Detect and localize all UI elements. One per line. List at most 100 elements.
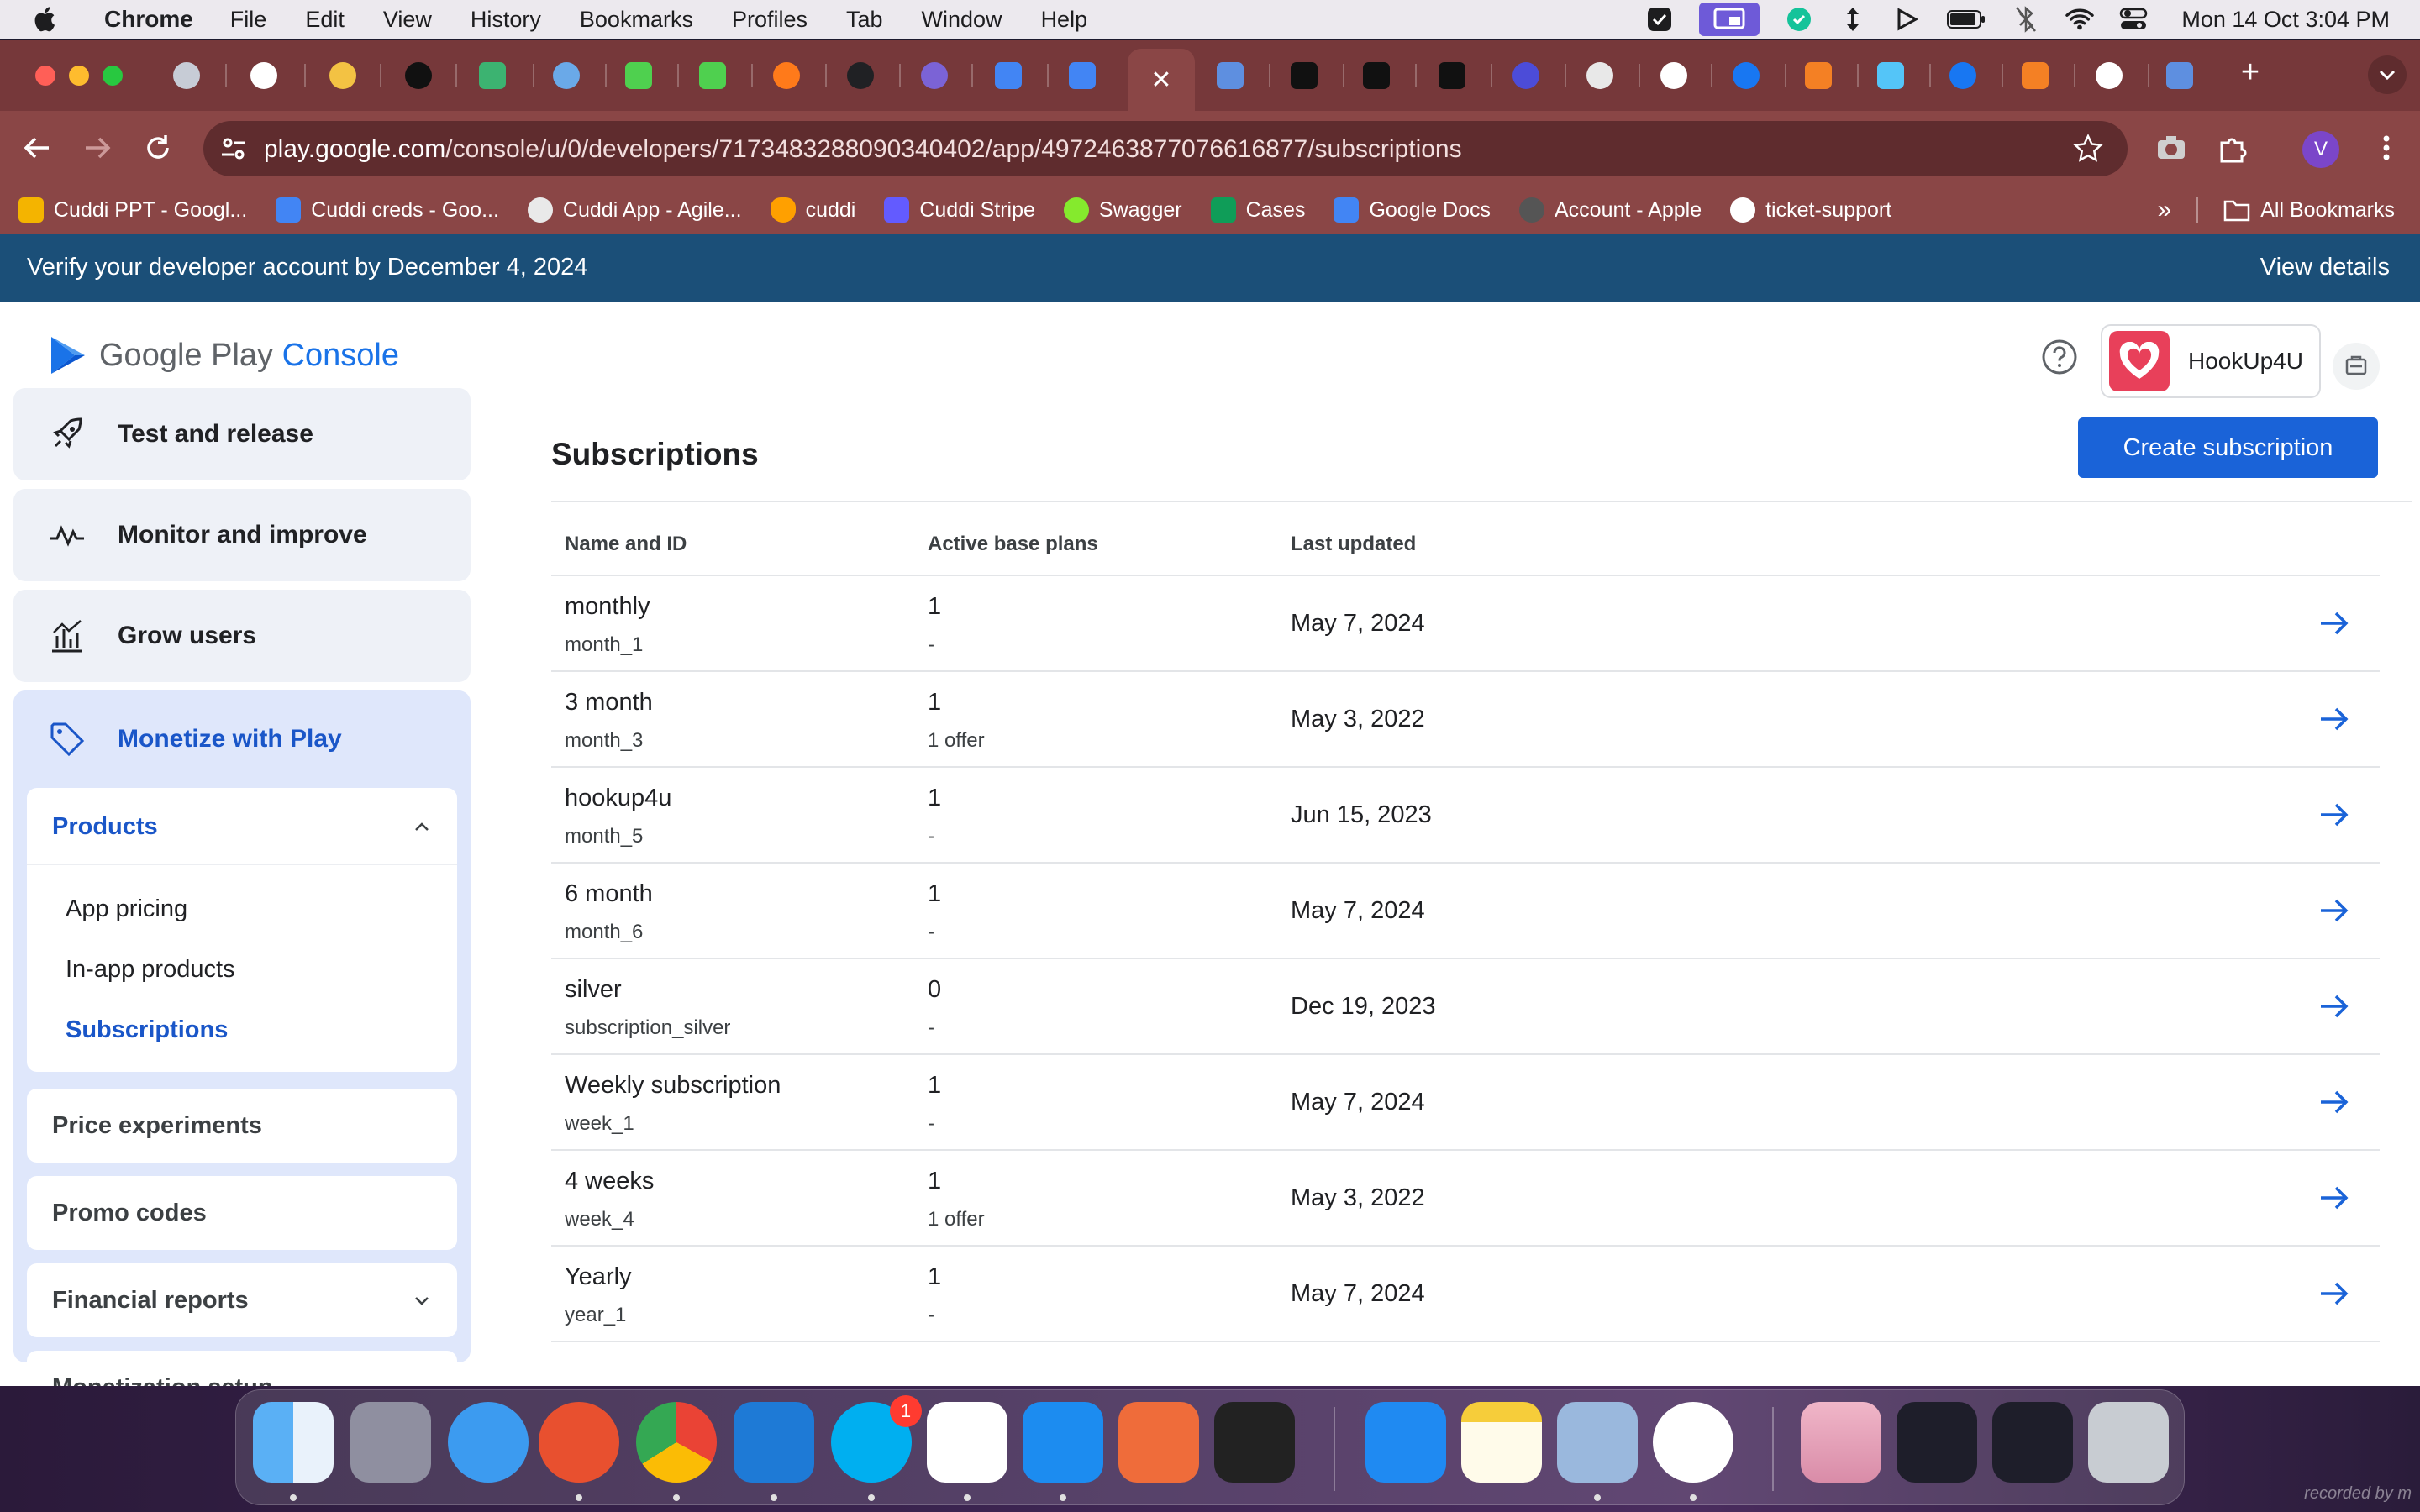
menubar-clock[interactable]: Mon 14 Oct 3:04 PM (2181, 7, 2390, 33)
table-row[interactable]: 6 month month_6 1 - May 7, 2024 (551, 864, 2380, 959)
window-zoom-button[interactable] (103, 66, 123, 86)
resize-arrows-icon[interactable] (1839, 5, 1867, 34)
products-header[interactable]: Products (27, 788, 457, 865)
bookmark-item[interactable]: Cuddi creds - Goo... (276, 197, 499, 223)
xcode-icon[interactable] (1023, 1402, 1103, 1483)
window-thumbnail[interactable] (1992, 1402, 2073, 1483)
bookmark-item[interactable]: Google Docs (1334, 197, 1491, 223)
extensions-puzzle-icon[interactable] (2215, 131, 2249, 165)
play-status-icon[interactable] (1892, 5, 1921, 34)
notes-icon[interactable] (1461, 1402, 1542, 1483)
tab-favicon[interactable] (921, 62, 948, 89)
arrow-right-icon[interactable] (2317, 991, 2351, 1021)
tab-favicon-facebook[interactable] (1733, 62, 1760, 89)
sidebar-item-monetize[interactable]: Monetize with Play (13, 690, 471, 788)
column-header-name[interactable]: Name and ID (565, 533, 687, 556)
sidebar-item-price-experiments[interactable]: Price experiments (27, 1089, 457, 1163)
chrome-icon[interactable] (636, 1402, 717, 1483)
menu-tab[interactable]: Tab (846, 7, 883, 33)
tab-favicon[interactable] (699, 62, 726, 89)
table-row[interactable]: Weekly subscription week_1 1 - May 7, 20… (551, 1055, 2380, 1151)
window-thumbnail[interactable] (1897, 1402, 1977, 1483)
menu-edit[interactable]: Edit (305, 7, 345, 33)
tab-favicon-openai[interactable] (847, 62, 874, 89)
url-text[interactable]: play.google.com/console/u/0/developers/7… (264, 135, 1462, 164)
tab-favicon-meet[interactable] (479, 62, 506, 89)
terminal-app-icon[interactable] (1214, 1402, 1295, 1483)
new-tab-button[interactable]: + (2233, 55, 2267, 89)
sidebar-item-test-release[interactable]: Test and release (13, 388, 471, 480)
tasks-app-icon[interactable] (539, 1402, 619, 1483)
android-studio-icon[interactable] (927, 1402, 1007, 1483)
play-console-logo[interactable]: Google Play Console (49, 334, 399, 376)
tab-favicon[interactable] (1439, 62, 1465, 89)
forward-arrow-icon[interactable] (81, 131, 114, 165)
tab-favicon[interactable] (2166, 62, 2193, 89)
camera-extension-icon[interactable] (2154, 131, 2188, 165)
sidebar-item-grow-users[interactable]: Grow users (13, 590, 471, 682)
bookmark-item[interactable]: Cuddi Stripe (884, 197, 1035, 223)
tab-favicon-stackoverflow[interactable] (2022, 62, 2049, 89)
table-row[interactable]: Yearly year_1 1 - May 7, 2024 (551, 1247, 2380, 1342)
reload-icon[interactable] (141, 131, 175, 165)
sidebar-item-monitor[interactable]: Monitor and improve (13, 489, 471, 581)
table-row[interactable]: hookup4u month_5 1 - Jun 15, 2023 (551, 768, 2380, 864)
tab-favicon[interactable] (1586, 62, 1613, 89)
tab-favicon[interactable] (173, 62, 200, 89)
arrow-right-icon[interactable] (2317, 1183, 2351, 1213)
sidebar-item-app-pricing[interactable]: App pricing (66, 895, 187, 923)
more-vertical-icon[interactable] (2370, 131, 2403, 165)
safari-icon[interactable] (448, 1402, 529, 1483)
bookmark-item[interactable]: Account - Apple (1518, 197, 1702, 223)
tab-favicon-stackoverflow[interactable] (1805, 62, 1832, 89)
arrow-right-icon[interactable] (2317, 1278, 2351, 1309)
active-tab[interactable]: ✕ (1128, 49, 1195, 111)
tab-favicon[interactable] (1291, 62, 1318, 89)
account-button[interactable] (2333, 343, 2380, 390)
tab-favicon[interactable] (329, 62, 356, 89)
menu-view[interactable]: View (383, 7, 432, 33)
trash-icon[interactable] (2088, 1402, 2169, 1483)
tab-favicon[interactable] (553, 62, 580, 89)
site-settings-icon[interactable] (218, 134, 249, 164)
view-details-link[interactable]: View details (2260, 254, 2390, 281)
menu-profiles[interactable]: Profiles (732, 7, 808, 33)
tab-favicon[interactable] (1512, 62, 1539, 89)
grammarly-icon[interactable] (1785, 5, 1813, 34)
menubar-app-name[interactable]: Chrome (104, 6, 193, 33)
launchpad-icon[interactable] (350, 1402, 431, 1483)
table-row[interactable]: silver subscription_silver 0 - Dec 19, 2… (551, 959, 2380, 1055)
tab-favicon-flutter[interactable] (1877, 62, 1904, 89)
battery-icon[interactable] (1946, 5, 1986, 34)
tab-search-button[interactable] (2368, 55, 2407, 94)
finder-icon[interactable] (253, 1402, 334, 1483)
address-bar[interactable]: play.google.com/console/u/0/developers/7… (203, 121, 2128, 176)
menu-file[interactable]: File (230, 7, 267, 33)
tab-favicon-upwork[interactable] (405, 62, 432, 89)
back-arrow-icon[interactable] (20, 131, 54, 165)
simulator-icon[interactable] (1653, 1402, 1733, 1483)
apple-icon[interactable] (32, 5, 60, 34)
table-row[interactable]: monthly month_1 1 - May 7, 2024 (551, 576, 2380, 672)
tab-favicon-firebase[interactable] (773, 62, 800, 89)
bookmark-item[interactable]: Cuddi PPT - Googl... (18, 197, 247, 223)
menu-bookmarks[interactable]: Bookmarks (580, 7, 693, 33)
tab-favicon-google[interactable] (1660, 62, 1687, 89)
column-header-base-plans[interactable]: Active base plans (928, 533, 1098, 556)
bookmark-item[interactable]: cuddi (770, 197, 855, 223)
window-thumbnail[interactable] (1801, 1402, 1881, 1483)
table-row[interactable]: 4 weeks week_4 1 1 offer May 3, 2022 (551, 1151, 2380, 1247)
tab-favicon-docs[interactable] (1069, 62, 1096, 89)
control-center-icon[interactable] (2119, 5, 2148, 34)
bookmark-star-icon[interactable] (2072, 133, 2104, 165)
window-minimize-button[interactable] (69, 66, 89, 86)
arrow-right-icon[interactable] (2317, 895, 2351, 926)
menu-window[interactable]: Window (922, 7, 1002, 33)
tab-favicon[interactable] (625, 62, 652, 89)
wifi-icon[interactable] (2065, 5, 2095, 34)
vscode-icon[interactable] (734, 1402, 814, 1483)
arrow-right-icon[interactable] (2317, 704, 2351, 734)
bookmark-item[interactable]: Cases (1210, 197, 1305, 223)
column-header-last-updated[interactable]: Last updated (1291, 533, 1416, 556)
all-bookmarks-button[interactable]: All Bookmarks (2223, 198, 2395, 223)
